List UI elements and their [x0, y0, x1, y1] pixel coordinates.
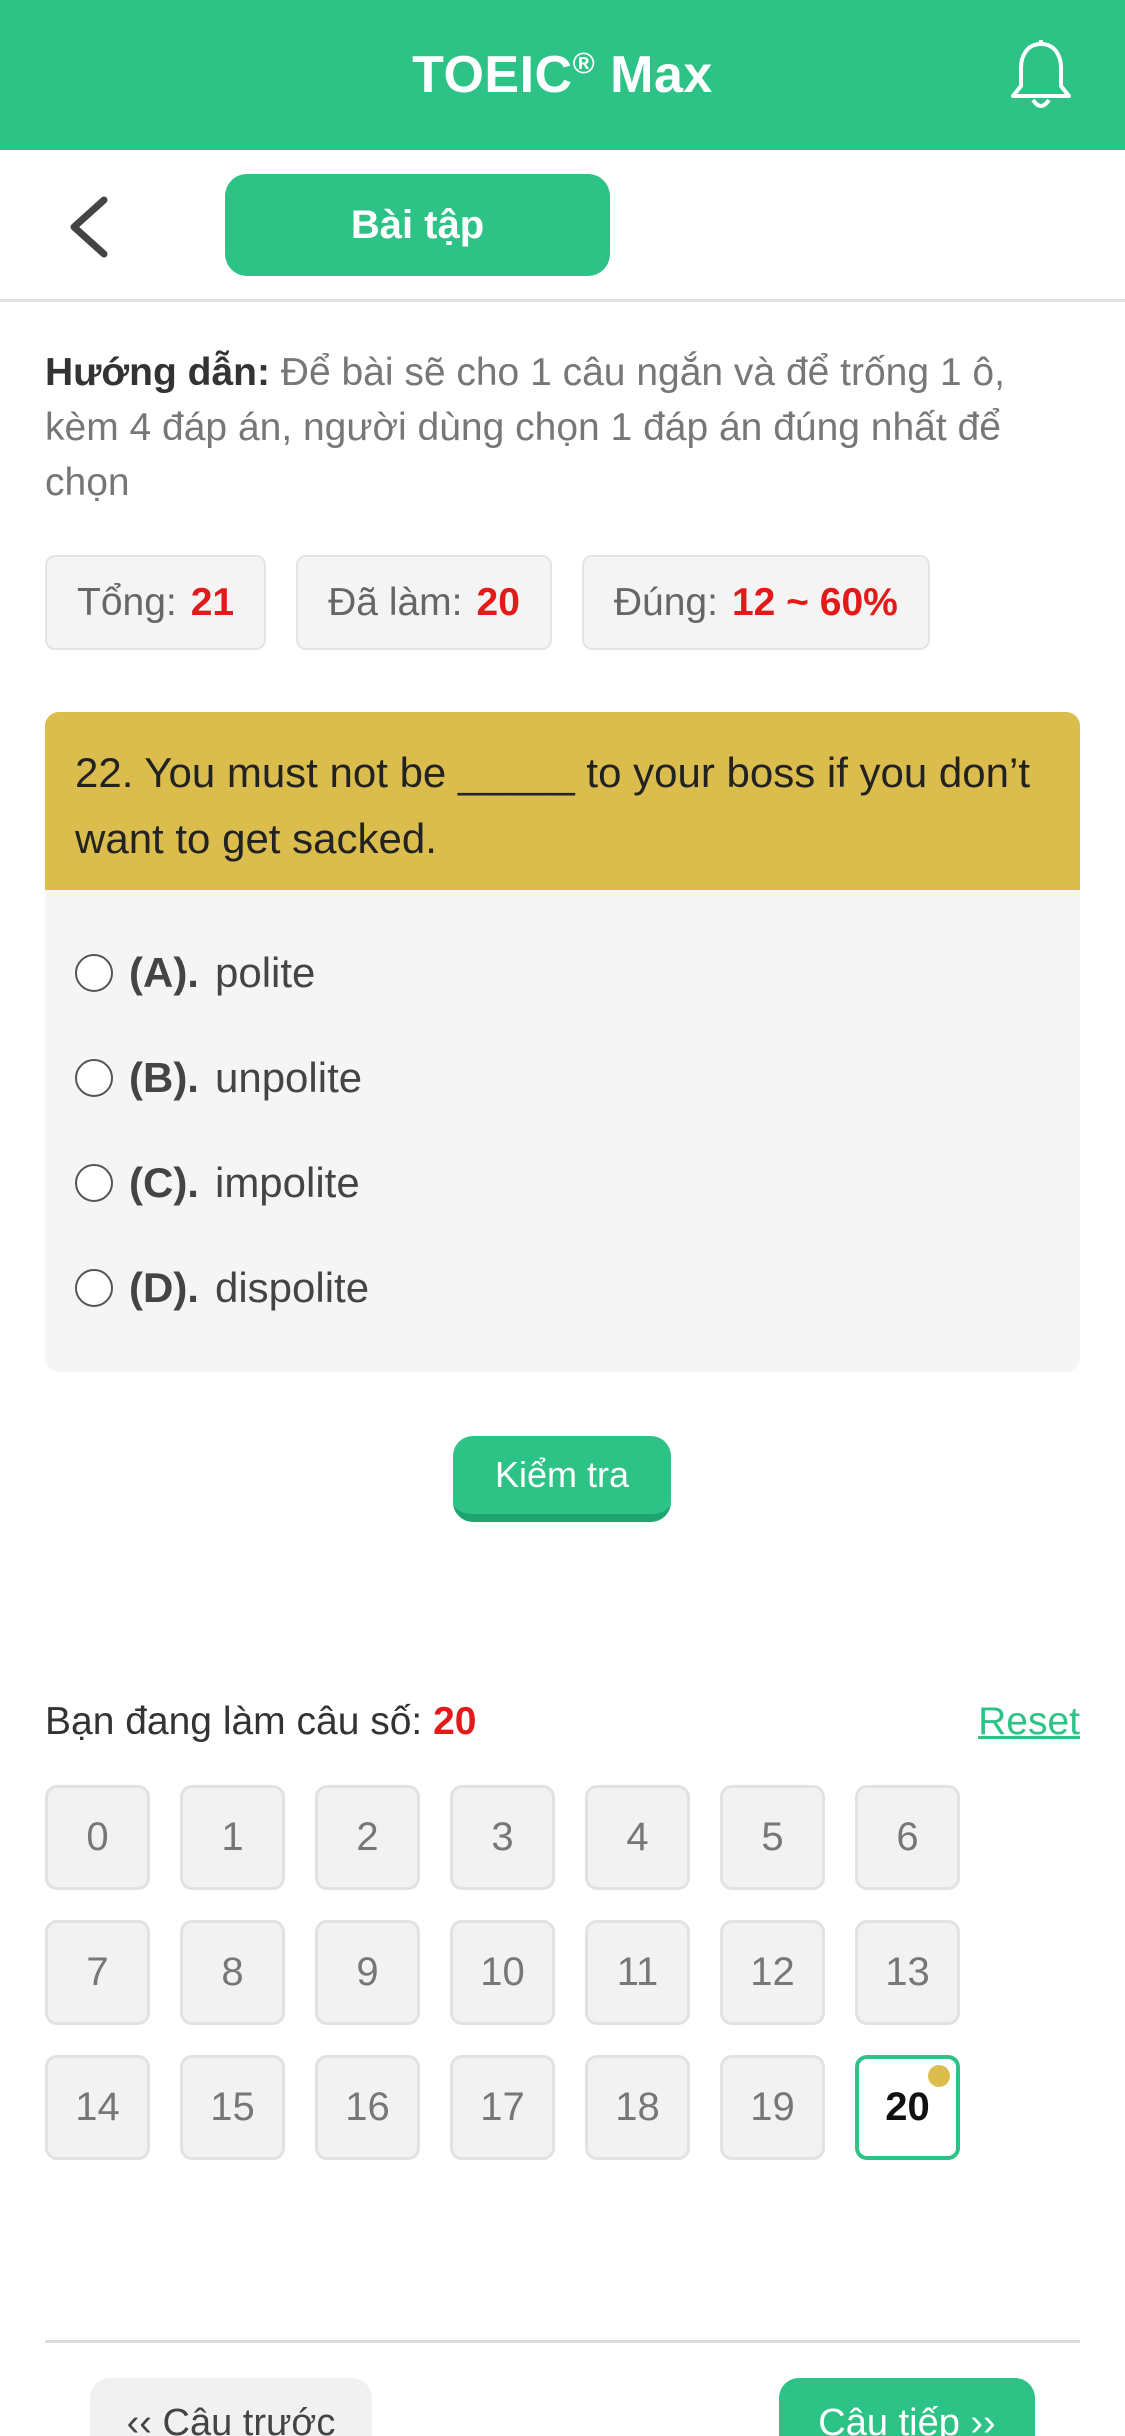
stat-done: Đã làm: 20: [296, 555, 552, 650]
question-number-cell[interactable]: 4: [585, 1785, 690, 1890]
question-number-cell[interactable]: 7: [45, 1920, 150, 2025]
question-number-cell[interactable]: 0: [45, 1785, 150, 1890]
current-question-indicator: Bạn đang làm câu số: 20: [45, 1700, 477, 1743]
question-number-cell[interactable]: 9: [315, 1920, 420, 2025]
stat-correct: Đúng: 12 ~ 60%: [581, 555, 930, 650]
previous-question-button[interactable]: ‹‹ Câu trước: [90, 2378, 372, 2436]
question-number-cell[interactable]: 2: [315, 1785, 420, 1890]
bell-icon[interactable]: [1007, 38, 1075, 114]
question-number-cell[interactable]: 3: [450, 1785, 555, 1890]
sub-navigation: Bài tập: [0, 150, 1125, 302]
answer-options: (A). polite (B). unpolite (C). impolite …: [45, 890, 1080, 1340]
option-b[interactable]: (B). unpolite: [45, 1025, 1080, 1130]
radio-button[interactable]: [75, 953, 113, 992]
question-number-cell[interactable]: 8: [180, 1920, 285, 2025]
question-number-cell[interactable]: 19: [720, 2055, 825, 2160]
next-question-button[interactable]: Câu tiếp ››: [779, 2378, 1035, 2436]
stat-total: Tổng: 21: [45, 555, 267, 650]
check-answer-button[interactable]: Kiểm tra: [453, 1436, 671, 1522]
question-number-cell[interactable]: 15: [180, 2055, 285, 2160]
question-text: 22. You must not be _____ to your boss i…: [45, 712, 1080, 890]
app-title: TOEIC® Max: [412, 46, 713, 104]
question-number-cell[interactable]: 16: [315, 2055, 420, 2160]
question-number-cell[interactable]: 18: [585, 2055, 690, 2160]
stats-bar: Tổng: 21 Đã làm: 20 Đúng: 12 ~ 60%: [45, 555, 930, 650]
radio-button[interactable]: [75, 1163, 113, 1202]
tab-exercise[interactable]: Bài tập: [225, 174, 610, 276]
option-a[interactable]: (A). polite: [45, 920, 1080, 1025]
instructions: Hướng dẫn: Để bài sẽ cho 1 câu ngắn và đ…: [45, 345, 1085, 510]
option-d[interactable]: (D). dispolite: [45, 1235, 1080, 1340]
radio-button[interactable]: [75, 1058, 113, 1097]
question-number-cell[interactable]: 6: [855, 1785, 960, 1890]
option-c[interactable]: (C). impolite: [45, 1130, 1080, 1235]
question-number-cell[interactable]: 14: [45, 2055, 150, 2160]
question-number-cell[interactable]: 1: [180, 1785, 285, 1890]
question-number-grid: 0 1 2 3 4 5 6 7 8 9 10 11 12 13 14 15 16 17 18 19 20: [45, 1785, 960, 2160]
radio-button[interactable]: [75, 1268, 113, 1307]
question-number-cell[interactable]: 12: [720, 1920, 825, 2025]
progress-row: Bạn đang làm câu số: 20 Reset: [45, 1700, 1080, 1744]
question-number-cell[interactable]: 10: [450, 1920, 555, 2025]
question-number-cell[interactable]: 20: [855, 2055, 960, 2160]
question-card: 22. You must not be _____ to your boss i…: [45, 712, 1080, 1372]
question-number-cell[interactable]: 5: [720, 1785, 825, 1890]
divider: [45, 2340, 1080, 2343]
question-number-cell[interactable]: 11: [585, 1920, 690, 2025]
app-header: TOEIC® Max: [0, 0, 1125, 150]
current-marker-dot: [928, 2065, 950, 2087]
chevron-left-icon[interactable]: [60, 192, 120, 262]
instructions-label: Hướng dẫn:: [45, 351, 270, 394]
question-number-cell[interactable]: 13: [855, 1920, 960, 2025]
reset-link[interactable]: Reset: [978, 1700, 1080, 1744]
question-number-cell[interactable]: 17: [450, 2055, 555, 2160]
